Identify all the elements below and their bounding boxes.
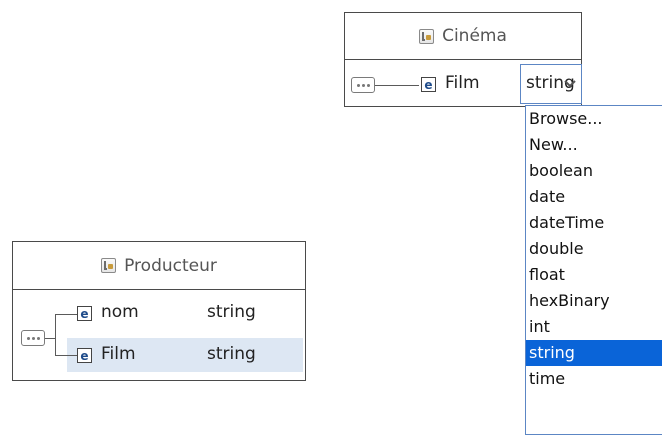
- complex-type-icon: [419, 28, 435, 44]
- type-option-browse[interactable]: Browse...: [526, 106, 662, 132]
- cinema-type-title: Cinéma: [442, 26, 507, 46]
- type-dropdown-list[interactable]: Browse... New... boolean date dateTime d…: [525, 105, 662, 435]
- type-option-boolean[interactable]: boolean: [526, 158, 662, 184]
- type-option-datetime[interactable]: dateTime: [526, 210, 662, 236]
- tree-connector-branch-2: [55, 355, 77, 356]
- element-icon: e: [421, 77, 436, 92]
- producteur-element-nom-type[interactable]: string: [207, 302, 256, 322]
- type-option-date[interactable]: date: [526, 184, 662, 210]
- cinema-element-film-name[interactable]: Film: [445, 73, 480, 93]
- type-option-new[interactable]: New...: [526, 132, 662, 158]
- type-combo-box[interactable]: string: [520, 64, 582, 104]
- producteur-element-nom-name[interactable]: nom: [101, 302, 139, 322]
- cinema-type-header[interactable]: Cinéma: [345, 13, 581, 60]
- type-option-int[interactable]: int: [526, 314, 662, 340]
- type-option-time[interactable]: time: [526, 366, 662, 392]
- type-option-float[interactable]: float: [526, 262, 662, 288]
- producteur-element-film-type[interactable]: string: [207, 344, 256, 364]
- cinema-type-box: Cinéma e Film string: [344, 12, 582, 107]
- type-option-hexbinary[interactable]: hexBinary: [526, 288, 662, 314]
- element-icon: e: [77, 306, 92, 321]
- type-option-double[interactable]: double: [526, 236, 662, 262]
- tree-connector-horizontal: [45, 338, 55, 339]
- producteur-type-header[interactable]: Producteur: [13, 242, 305, 290]
- sequence-compositor-icon[interactable]: [21, 330, 45, 346]
- sequence-compositor-icon[interactable]: [351, 77, 375, 93]
- chevron-down-icon[interactable]: [559, 65, 581, 103]
- producteur-type-box: Producteur e nom string e Film string: [12, 241, 306, 381]
- tree-connector: [375, 85, 419, 86]
- type-option-string[interactable]: string: [526, 340, 662, 366]
- producteur-element-film-name[interactable]: Film: [101, 344, 136, 364]
- element-icon: e: [77, 348, 92, 363]
- producteur-type-title: Producteur: [124, 255, 217, 276]
- tree-connector-vertical: [55, 314, 56, 356]
- tree-connector-branch-1: [55, 314, 77, 315]
- complex-type-icon: [101, 258, 117, 273]
